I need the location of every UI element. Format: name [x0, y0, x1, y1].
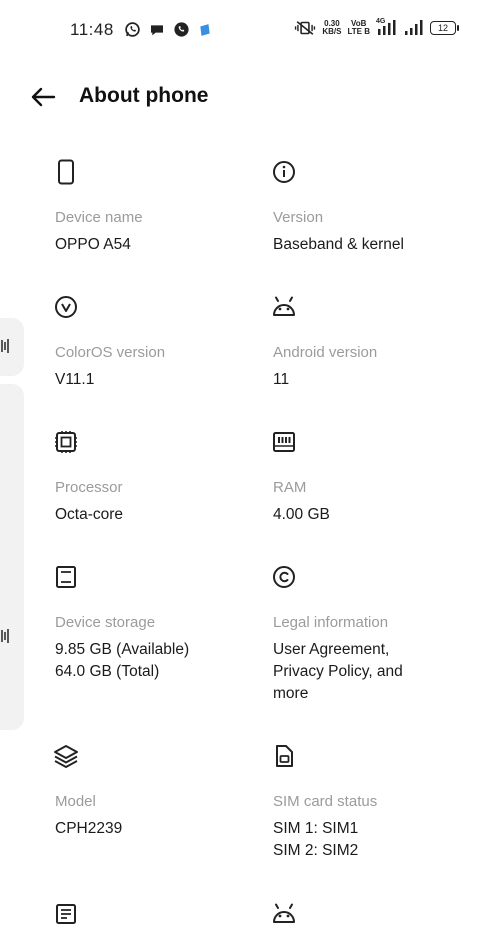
item-value: 11 [273, 371, 290, 388]
info-icon [271, 159, 297, 185]
page-title: About phone [79, 84, 209, 107]
document-icon [53, 901, 79, 927]
edge-panel-icon [0, 338, 10, 357]
edge-panel-icon [0, 628, 10, 647]
android-icon [271, 294, 297, 320]
volte-indicator: VoB LTE B [347, 19, 370, 36]
version-item[interactable]: Version Baseband & kernel [273, 159, 473, 256]
status-time: 11:48 [70, 20, 114, 39]
coloros-icon [53, 294, 79, 320]
sim-card-icon [271, 743, 297, 769]
item-label: Device name [55, 209, 143, 226]
android-item[interactable] [273, 901, 473, 927]
model-item[interactable]: Model CPH2239 [53, 743, 255, 840]
notification-icons [124, 21, 212, 38]
item-label: RAM [273, 479, 307, 496]
silent-vibrate-icon [294, 20, 316, 36]
ram-item[interactable]: RAM 4.00 GB [273, 429, 473, 526]
header: About phone [0, 74, 486, 120]
legal-information-item[interactable]: Legal information User Agreement, Privac… [273, 564, 473, 705]
battery-indicator: 12 [430, 21, 459, 35]
coloros-version-item[interactable]: ColorOS version V11.1 [55, 294, 255, 391]
about-phone-screen: 11:48 0.30 KB/S VoB LTE B 4G 12 About ph… [0, 0, 486, 945]
item-value: Octa-core [55, 506, 124, 523]
chat-bubble-icon [149, 22, 165, 38]
item-value: CPH2239 [55, 820, 123, 837]
item-value: V11.1 [55, 371, 95, 388]
edge-panel-bar[interactable] [0, 384, 24, 730]
item-label: Android version [273, 344, 378, 361]
item-label: Device storage [55, 614, 156, 631]
arrow-left-icon [31, 87, 56, 107]
whatsapp-icon [124, 21, 141, 38]
item-label: Model [55, 793, 96, 810]
device-name-item[interactable]: Device name OPPO A54 [55, 159, 255, 256]
item-label: SIM card status [273, 793, 378, 810]
device-storage-item[interactable]: Device storage 9.85 GB (Available) 64.0 … [55, 564, 255, 683]
status-indicators: 0.30 KB/S VoB LTE B 4G 12 [294, 18, 459, 36]
item-label: Processor [55, 479, 123, 496]
ram-icon [271, 429, 297, 455]
app-icon [198, 23, 212, 37]
sim-card-status-item[interactable]: SIM card status SIM 1: SIM1 SIM 2: SIM2 [273, 743, 473, 862]
item-label: Legal information [273, 614, 389, 631]
item-label: ColorOS version [55, 344, 166, 361]
item-value: 4.00 GB [273, 506, 330, 523]
storage-icon [53, 564, 79, 590]
item-value: SIM 1: SIM1 SIM 2: SIM2 [273, 820, 359, 859]
item-value: Baseband & kernel [273, 236, 404, 253]
layers-icon [53, 743, 79, 769]
network-speed: 0.30 KB/S [322, 19, 342, 36]
signal-icon [404, 20, 424, 36]
item-value: User Agreement, Privacy Policy, and more [273, 641, 403, 702]
android-icon [271, 901, 297, 927]
item-label: Version [273, 209, 324, 226]
item-value: 9.85 GB (Available) 64.0 GB (Total) [55, 641, 190, 680]
phone-icon [53, 159, 79, 185]
chip-icon [53, 429, 79, 455]
edge-panel-handle[interactable] [0, 318, 24, 376]
whatsapp-business-icon [173, 21, 190, 38]
processor-item[interactable]: Processor Octa-core [55, 429, 255, 526]
android-version-item[interactable]: Android version 11 [273, 294, 473, 391]
copyright-icon [271, 564, 297, 590]
regulatory-item[interactable] [55, 901, 255, 927]
status-bar: 11:48 0.30 KB/S VoB LTE B 4G 12 [0, 0, 486, 60]
item-value: OPPO A54 [55, 236, 131, 253]
back-button[interactable] [26, 80, 60, 114]
signal-4g-icon: 4G [376, 18, 398, 36]
